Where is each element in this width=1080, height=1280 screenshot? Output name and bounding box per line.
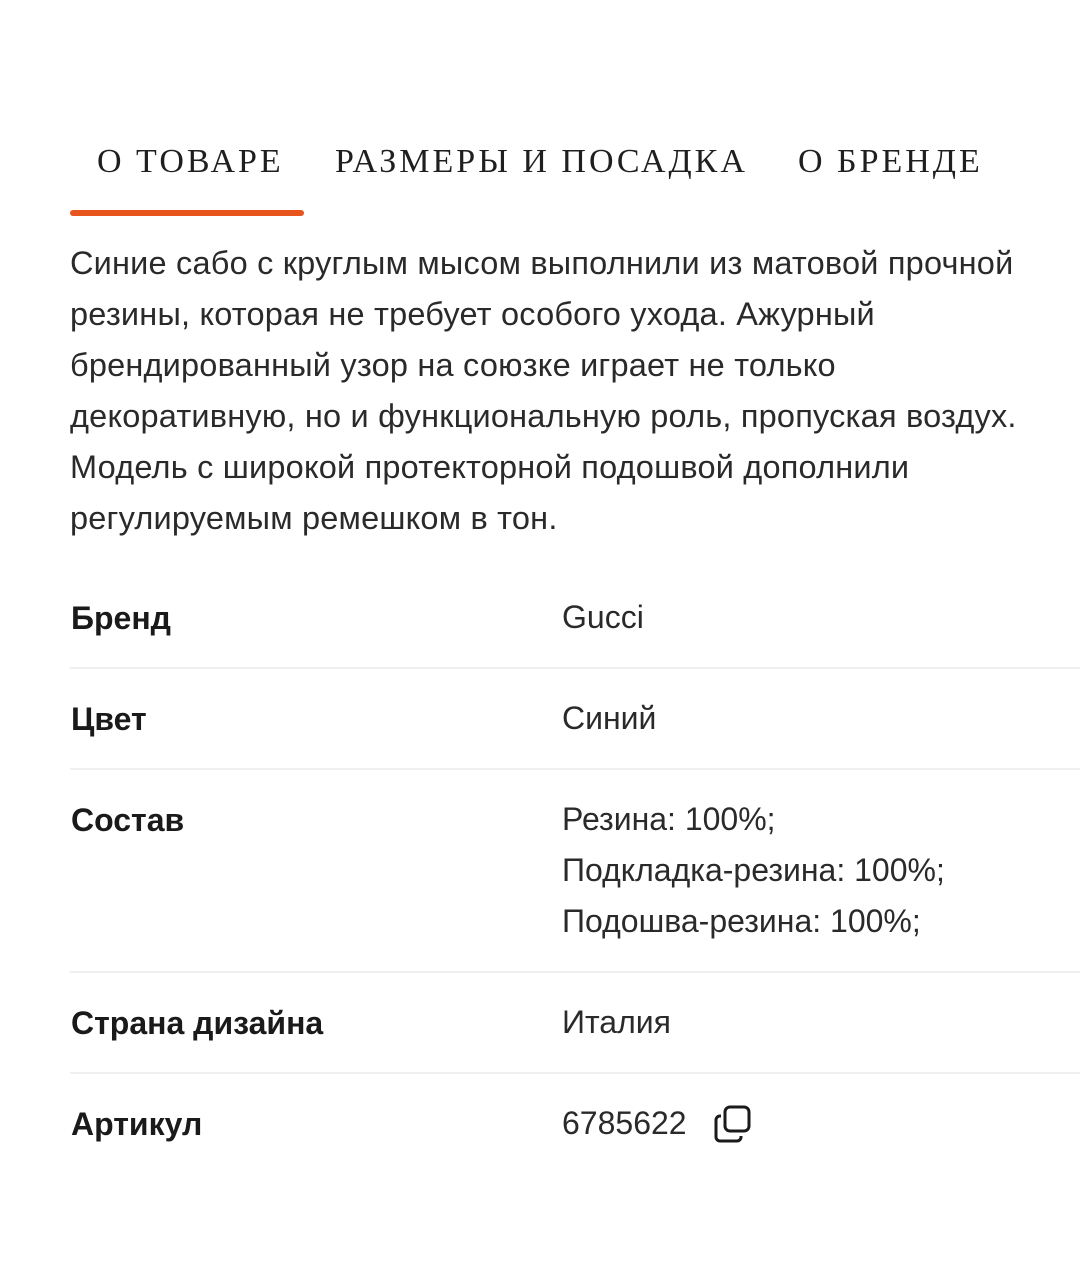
spec-row-brand: Бренд Gucci [70, 568, 1080, 669]
composition-line: Подкладка-резина: 100%; [562, 852, 945, 888]
tab-sizes-and-fit[interactable]: РАЗМЕРЫ И ПОСАДКА [335, 140, 748, 184]
copy-icon[interactable] [713, 1104, 753, 1144]
spec-value-composition: Резина: 100%; Подкладка-резина: 100%; По… [562, 794, 1080, 947]
spec-label: Бренд [71, 600, 171, 636]
spec-label: Артикул [71, 1106, 203, 1142]
spec-row-article: Артикул 6785622 [70, 1074, 1080, 1173]
spec-row-composition: Состав Резина: 100%; Подкладка-резина: 1… [70, 770, 1080, 973]
composition-line: Подошва-резина: 100%; [562, 903, 921, 939]
composition-line: Резина: 100%; [562, 801, 776, 837]
spec-value-article: 6785622 [562, 1105, 687, 1141]
spec-value-article-wrap: 6785622 [562, 1098, 1080, 1149]
tab-about-product[interactable]: О ТОВАРЕ [97, 140, 284, 184]
spec-row-color: Цвет Синий [70, 669, 1080, 770]
spec-value-color: Синий [562, 700, 657, 736]
product-tabs: О ТОВАРЕ РАЗМЕРЫ И ПОСАДКА О БРЕНДЕ [70, 130, 1080, 220]
tab-about-brand[interactable]: О БРЕНДЕ [798, 140, 983, 184]
spec-label: Состав [71, 802, 185, 838]
spec-label: Цвет [71, 701, 147, 737]
product-specs: Бренд Gucci Цвет Синий Состав Резина: 10… [70, 568, 1080, 1173]
spec-value-brand: Gucci [562, 599, 644, 635]
spec-label: Страна дизайна [71, 1005, 324, 1041]
product-description: Синие сабо с круглым мысом выполнили из … [70, 245, 1017, 536]
active-tab-indicator [70, 210, 304, 216]
spec-value-design-country: Италия [562, 1004, 671, 1040]
spec-row-design-country: Страна дизайна Италия [70, 973, 1080, 1074]
